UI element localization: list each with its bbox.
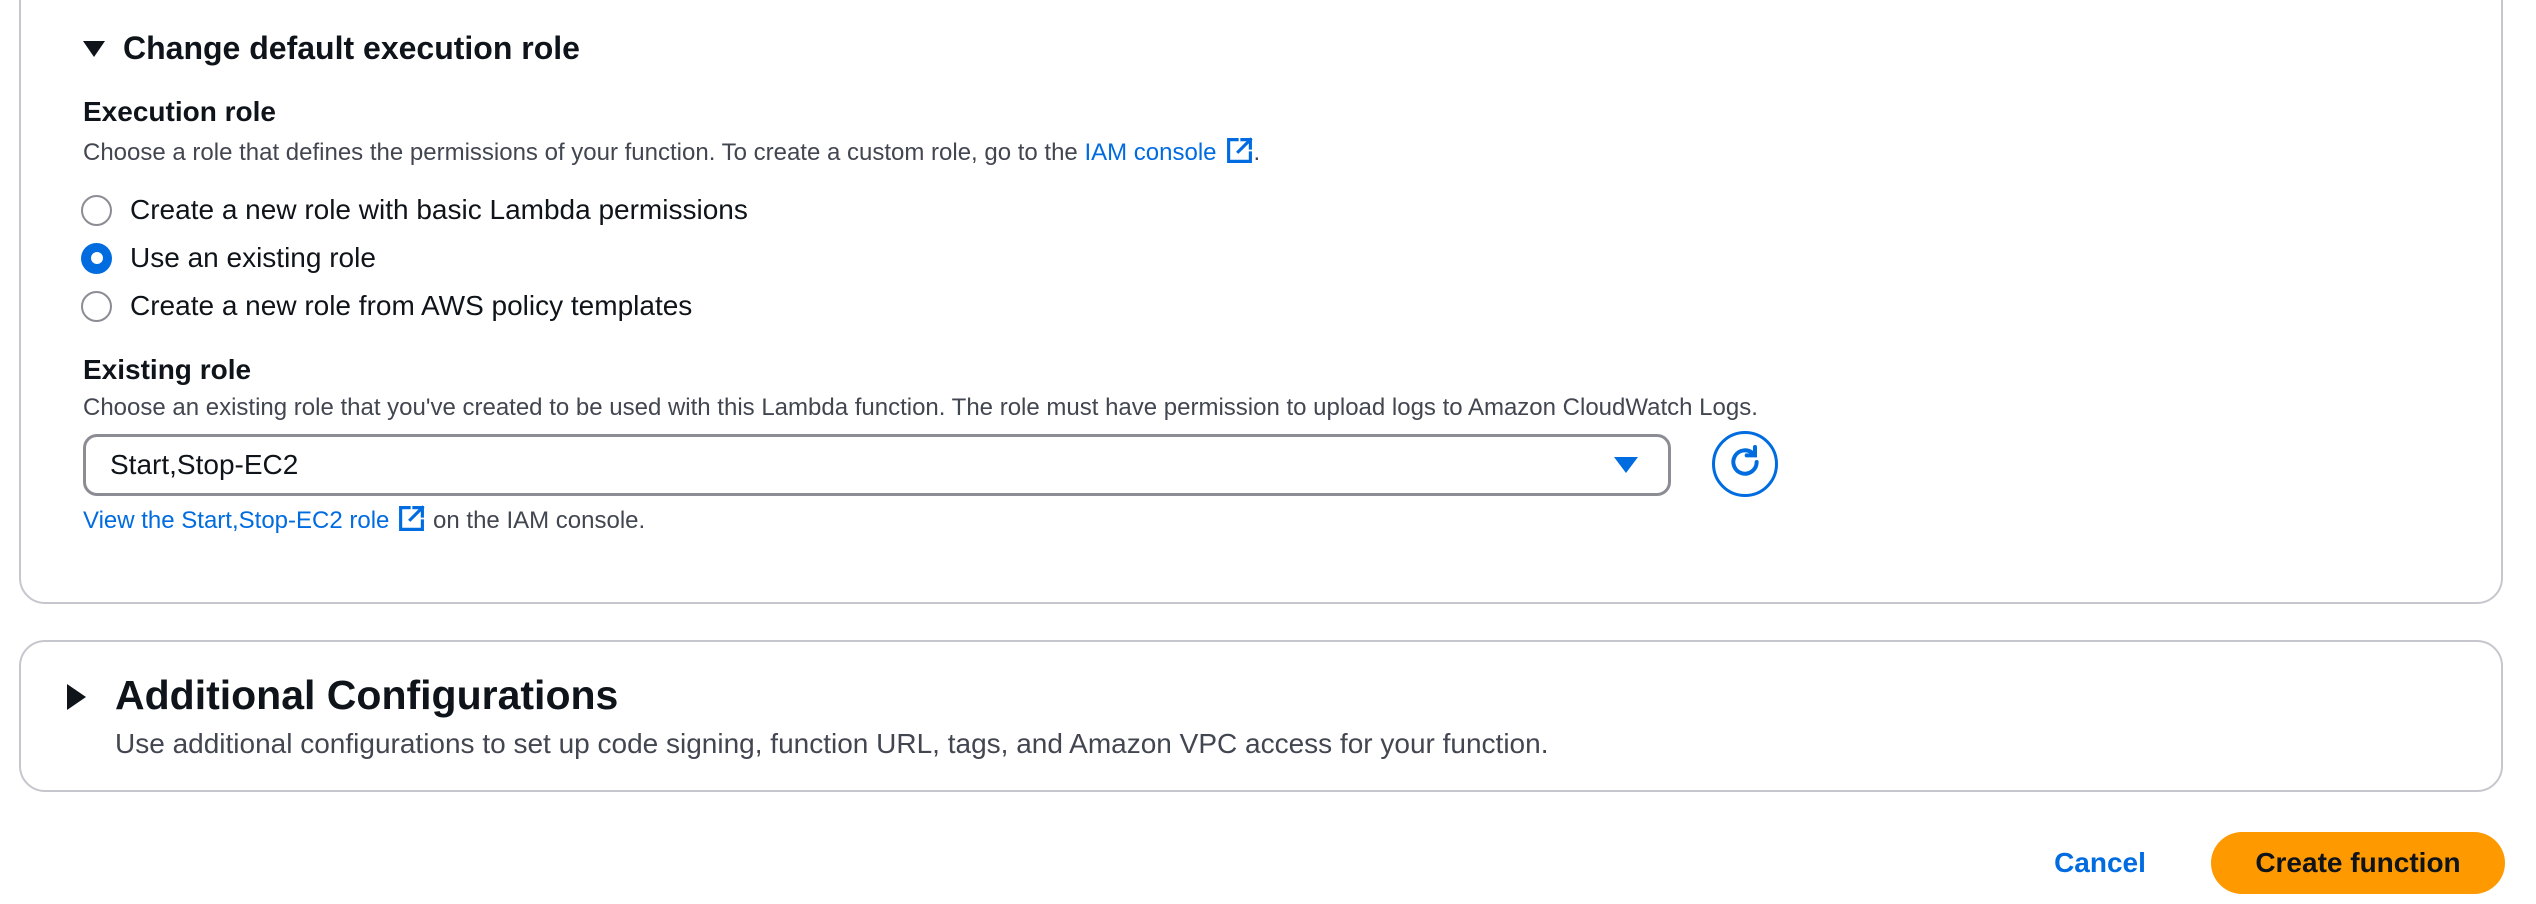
iam-console-link[interactable]: IAM console	[1084, 137, 1253, 166]
execution-role-description: Choose a role that defines the permissio…	[83, 136, 1260, 172]
external-link-icon	[397, 504, 426, 540]
radio-use-existing-role[interactable]: Use an existing role	[81, 240, 376, 276]
execution-role-label: Execution role	[83, 96, 276, 127]
cancel-button[interactable]: Cancel	[2040, 833, 2160, 893]
section-title: Change default execution role	[123, 29, 580, 66]
radio-label: Use an existing role	[130, 242, 376, 273]
existing-role-value: Start,Stop-EC2	[110, 449, 299, 480]
refresh-roles-button[interactable]	[1712, 431, 1778, 497]
radio-create-basic-role[interactable]: Create a new role with basic Lambda perm…	[81, 192, 748, 228]
execution-role-panel: Change default execution role Execution …	[19, 0, 2503, 604]
dropdown-caret-icon	[1614, 457, 1638, 473]
radio-label: Create a new role from AWS policy templa…	[130, 290, 693, 321]
caret-right-icon[interactable]	[67, 684, 86, 710]
create-function-button[interactable]: Create function	[2211, 832, 2505, 894]
existing-role-description: Choose an existing role that you've crea…	[83, 394, 1758, 421]
additional-configurations-panel: Additional Configurations Use additional…	[19, 640, 2503, 792]
view-role-link[interactable]: View the Start,Stop-EC2 role	[83, 505, 426, 534]
execution-role-expander[interactable]: Change default execution role	[83, 28, 580, 68]
existing-role-select[interactable]: Start,Stop-EC2	[83, 434, 1671, 496]
radio-label: Create a new role with basic Lambda perm…	[130, 194, 748, 225]
external-link-icon	[1225, 136, 1254, 172]
view-role-suffix: on the IAM console.	[433, 507, 646, 534]
radio-button[interactable]	[81, 290, 112, 322]
lambda-create-function-page: Change default execution role Execution …	[0, 0, 2536, 904]
iam-console-link-label: IAM console	[1084, 139, 1217, 166]
additional-configurations-title[interactable]: Additional Configurations	[115, 672, 618, 719]
radio-dot	[90, 252, 103, 264]
existing-role-label: Existing role	[83, 354, 252, 385]
radio-button-selected[interactable]	[81, 242, 112, 274]
refresh-icon	[1725, 442, 1765, 487]
radio-button[interactable]	[81, 194, 112, 226]
view-role-line: View the Start,Stop-EC2 role on the IAM …	[83, 504, 645, 540]
view-role-link-label: View the Start,Stop-EC2 role	[83, 507, 390, 534]
caret-down-icon	[83, 41, 105, 57]
description-text: Choose a role that defines the permissio…	[83, 139, 1085, 166]
radio-create-from-templates[interactable]: Create a new role from AWS policy templa…	[81, 288, 692, 324]
additional-configurations-description: Use additional configurations to set up …	[115, 728, 1549, 759]
description-suffix: .	[1253, 139, 1261, 166]
